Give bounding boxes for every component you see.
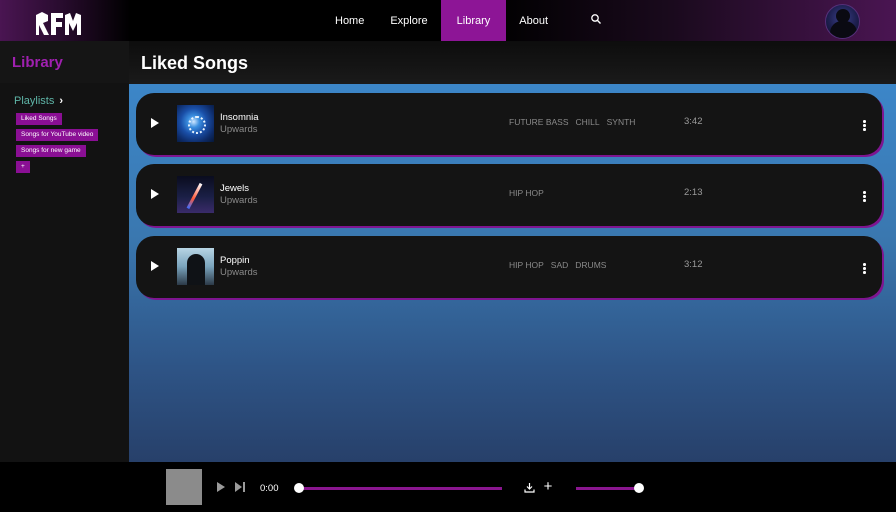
top-nav-bar: Home Explore Library About — [0, 0, 896, 41]
nav-explore[interactable]: Explore — [377, 0, 440, 41]
track-artist[interactable]: Upwards — [220, 124, 258, 135]
track-duration: 2:13 — [684, 187, 703, 198]
tag[interactable]: FUTURE BASS — [509, 117, 569, 127]
volume-handle[interactable] — [634, 483, 644, 493]
main-nav: Home Explore Library About — [322, 0, 561, 41]
track-list: Insomnia Upwards FUTURE BASS CHILL SYNTH… — [129, 84, 896, 462]
play-button[interactable] — [217, 482, 225, 492]
sidebar-header: Library — [0, 41, 129, 83]
tag[interactable]: DRUMS — [575, 260, 606, 270]
tag[interactable]: HIP HOP — [509, 188, 544, 198]
track-duration: 3:12 — [684, 259, 703, 270]
track-artist[interactable]: Upwards — [220, 267, 258, 278]
track-tags: FUTURE BASS CHILL SYNTH — [509, 117, 635, 127]
play-icon[interactable] — [151, 261, 159, 271]
page-header: Liked Songs — [129, 41, 896, 84]
track-row[interactable]: Jewels Upwards HIP HOP 2:13 — [136, 164, 882, 226]
nav-library[interactable]: Library — [440, 0, 507, 41]
track-duration: 3:42 — [684, 116, 703, 127]
player-bar: 0:00 + — [0, 462, 896, 512]
more-options-icon[interactable] — [863, 120, 866, 132]
play-icon[interactable] — [151, 189, 159, 199]
tag[interactable]: HIP HOP — [509, 260, 544, 270]
user-avatar[interactable] — [825, 4, 860, 39]
volume-slider[interactable] — [576, 487, 638, 490]
album-art — [177, 248, 214, 285]
tag[interactable]: SAD — [551, 260, 568, 270]
track-row[interactable]: Insomnia Upwards FUTURE BASS CHILL SYNTH… — [136, 93, 882, 155]
tag[interactable]: CHILL — [576, 117, 600, 127]
seek-bar[interactable] — [299, 487, 502, 490]
now-playing-cover — [166, 469, 202, 505]
track-artist[interactable]: Upwards — [220, 195, 258, 206]
sidebar-title: Library — [12, 54, 63, 71]
page-title: Liked Songs — [141, 53, 249, 73]
playlist-youtube-video[interactable]: Songs for YouTube video — [16, 129, 99, 141]
seek-handle[interactable] — [294, 483, 304, 493]
play-icon[interactable] — [151, 118, 159, 128]
playlists-toggle[interactable]: Playlists › — [14, 95, 63, 107]
track-tags: HIP HOP — [509, 188, 544, 198]
tag[interactable]: SYNTH — [607, 117, 636, 127]
app-logo[interactable] — [34, 9, 82, 37]
skip-next-icon[interactable] — [235, 482, 245, 492]
search-icon[interactable] — [590, 13, 602, 25]
chevron-right-icon: › — [59, 95, 64, 107]
album-art — [177, 176, 214, 213]
playlists-label: Playlists — [14, 95, 55, 107]
more-options-icon[interactable] — [863, 191, 866, 203]
track-title: Insomnia — [220, 112, 259, 123]
add-to-playlist-icon[interactable]: + — [542, 479, 554, 494]
playlist-new-game[interactable]: Songs for new game — [16, 145, 86, 157]
track-tags: HIP HOP SAD DRUMS — [509, 260, 606, 270]
nav-home[interactable]: Home — [322, 0, 377, 41]
more-options-icon[interactable] — [863, 263, 866, 275]
download-icon[interactable] — [524, 482, 535, 493]
nav-about[interactable]: About — [506, 0, 561, 41]
track-title: Poppin — [220, 255, 250, 266]
add-playlist-button[interactable]: + — [16, 161, 30, 173]
sidebar: Library Playlists › Liked Songs Songs fo… — [0, 41, 129, 462]
album-art — [177, 105, 214, 142]
playlist-liked-songs[interactable]: Liked Songs — [16, 113, 62, 125]
track-row[interactable]: Poppin Upwards HIP HOP SAD DRUMS 3:12 — [136, 236, 882, 298]
track-title: Jewels — [220, 183, 250, 194]
logo-area — [0, 0, 130, 41]
current-time: 0:00 — [260, 483, 279, 494]
